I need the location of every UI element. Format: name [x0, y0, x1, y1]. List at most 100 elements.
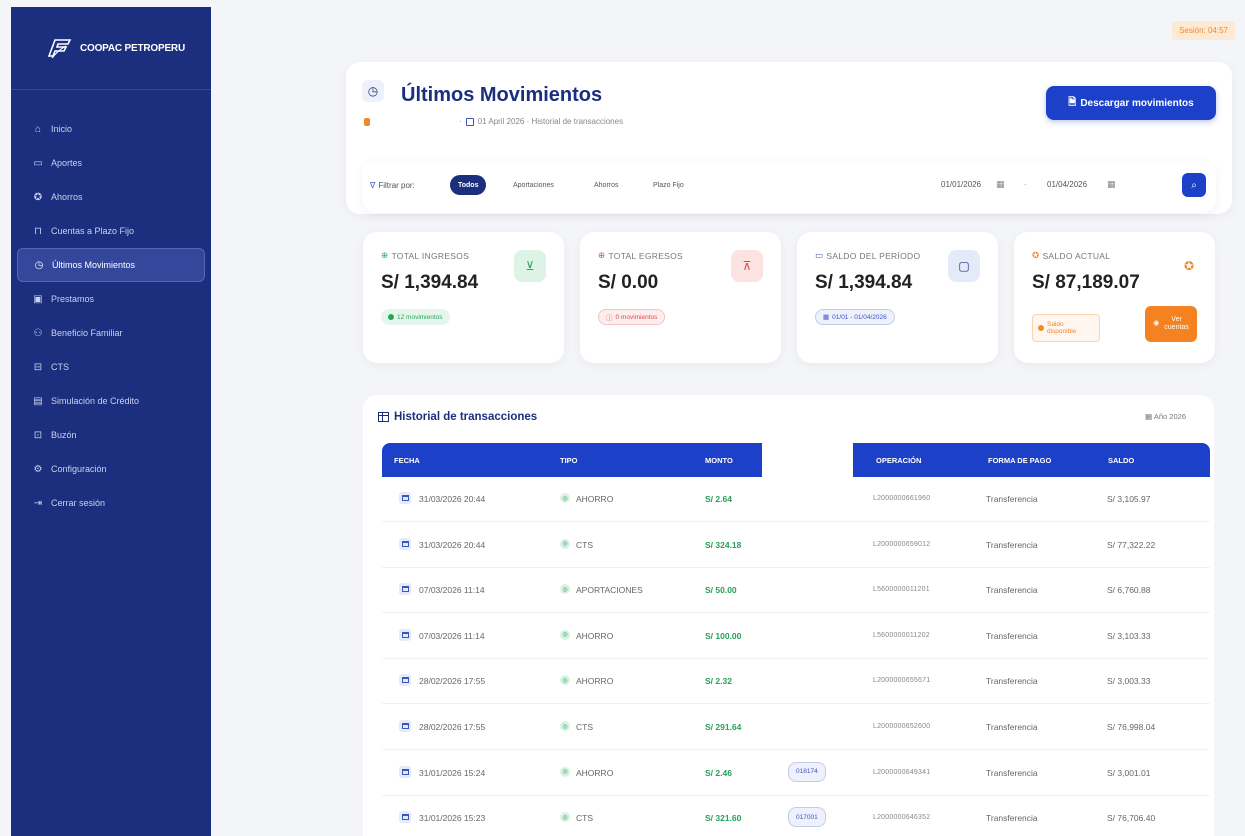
- column-forma-pago[interactable]: FORMA DE PAGO: [988, 456, 1051, 465]
- piggy-icon: ✪: [33, 191, 43, 203]
- cell-saldo: S/ 3,105.97: [1107, 494, 1151, 504]
- filter-ahorros[interactable]: Ahorros: [586, 175, 627, 195]
- history-card: Historial de transacciones ▦ Año 2026 FE…: [363, 395, 1214, 836]
- year-selector[interactable]: ▦ Año 2026: [1145, 412, 1186, 421]
- piggy-bank-icon: ✪: [1173, 250, 1205, 282]
- sidebar-item-prestamos[interactable]: ▣ Prestamos: [17, 282, 205, 316]
- sidebar-item-beneficio-familiar[interactable]: ⚇ Beneficio Familiar: [17, 316, 205, 350]
- cell-forma-pago: Transferencia: [986, 494, 1038, 504]
- stat-badge: ⓘ 0 movimientos: [598, 309, 666, 325]
- sidebar-item-label: Buzón: [51, 430, 77, 440]
- filter-todos[interactable]: Todos: [450, 175, 487, 195]
- search-button[interactable]: ⌕: [1182, 173, 1206, 197]
- filter-aportaciones[interactable]: Aportaciones: [505, 175, 562, 195]
- table-row[interactable]: 28/02/2026 17:55 ◎ AHORRO S/ 2.32 L200000065…: [382, 659, 1210, 705]
- eye-icon: ◉: [1153, 320, 1160, 328]
- cell-saldo: S/ 3,003.33: [1107, 676, 1151, 687]
- table-row[interactable]: 31/03/2026 20:44 ◎ AHORRO S/ 2.64 L200000066…: [382, 477, 1210, 522]
- sidebar-item-configuración[interactable]: ⚙ Configuración: [17, 452, 205, 486]
- table-row[interactable]: 07/03/2026 11:14 ◎ AHORRO S/ 100.00 L5600000…: [382, 614, 1210, 659]
- stat-total-egresos: ⊕ TOTAL EGRESOS S/ 0.00 ⊼ ⓘ 0 movimientos: [580, 232, 781, 363]
- calendar-icon: [399, 765, 411, 778]
- ver-cuentas-button[interactable]: ◉ Ver cuentas: [1145, 306, 1197, 342]
- cell-operacion: L2000000652600: [873, 723, 931, 730]
- table-row[interactable]: 31/01/2026 15:24 ◎ AHORRO S/ 2.46 018174 L200…: [382, 751, 1210, 796]
- inbox-icon: ⊡: [33, 429, 43, 441]
- filter-icon: ∇: [370, 181, 376, 190]
- sidebar-item-últimos-movimientos[interactable]: ◷ Últimos Movimientos: [17, 248, 205, 282]
- stat-saldo-periodo: ▭ SALDO DEL PERÍODO S/ 1,394.84 ▢ ▦ 01/01 …: [797, 232, 998, 363]
- cell-monto: S/ 50.00: [705, 585, 737, 596]
- cell-fecha: 07/03/2026 11:14: [419, 585, 485, 596]
- stat-label: ▭ SALDO DEL PERÍODO: [815, 250, 920, 261]
- saldo-line2: disponible: [1047, 328, 1077, 335]
- filter-bar: ∇ Filtrar por: Todos Aportaciones Ahorro…: [362, 161, 1216, 213]
- reference-chip[interactable]: 018174: [788, 761, 826, 782]
- clock-icon: ◷: [362, 80, 384, 102]
- calendar-icon: [399, 720, 411, 732]
- sidebar-item-ahorros[interactable]: ✪ Ahorros: [17, 180, 205, 214]
- sidebar-item-buzón[interactable]: ⊡ Buzón: [17, 418, 205, 452]
- calendar-icon: [399, 628, 411, 641]
- column-monto[interactable]: MONTO: [705, 456, 733, 465]
- cell-saldo: S/ 3,001.01: [1107, 767, 1151, 778]
- column-fecha[interactable]: FECHA: [394, 456, 420, 465]
- cell-saldo: S/ 76,706.40: [1107, 813, 1156, 824]
- stat-label: ⊕ TOTAL EGRESOS: [598, 250, 683, 261]
- stat-value: S/ 0.00: [598, 272, 659, 293]
- stat-label-text: SALDO ACTUAL: [1042, 250, 1111, 261]
- cell-fecha: 28/02/2026 17:55: [419, 722, 486, 732]
- badge-text: 01/01 - 01/04/2026: [832, 313, 887, 321]
- sidebar-nav: ⌂ Inicio ▭ Aportes ✪ Ahorros ⊓ Cuentas a Plazo …: [11, 90, 211, 520]
- cell-forma-pago: Transferencia: [986, 676, 1038, 687]
- stat-value: S/ 1,394.84: [815, 272, 913, 293]
- table-row[interactable]: 31/01/2026 15:23 ◎ CTS S/ 321.60 017001 L2000…: [382, 796, 1210, 836]
- history-title: Historial de transacciones: [378, 411, 537, 423]
- sidebar-item-cerrar-sesión[interactable]: ⇥ Cerrar sesión: [17, 486, 205, 520]
- stat-label-text: SALDO DEL PERÍODO: [826, 250, 921, 261]
- cell-fecha: 28/02/2026 17:55: [419, 676, 486, 687]
- column-saldo[interactable]: SALDO: [1108, 456, 1134, 465]
- cell-operacion: L5600000011201: [873, 586, 930, 594]
- stat-badge: ▦ 01/01 - 01/04/2026: [815, 309, 895, 325]
- sidebar-item-cuentas-a-plazo-fijo[interactable]: ⊓ Cuentas a Plazo Fijo: [17, 214, 205, 248]
- users-icon: ⚇: [33, 327, 43, 339]
- history-title-text: Historial de transacciones: [394, 411, 538, 423]
- calendar-to-icon[interactable]: ▦: [1107, 179, 1116, 190]
- wallet-icon: ▢: [948, 250, 980, 282]
- sidebar-item-aportes[interactable]: ▭ Aportes: [17, 146, 205, 180]
- column-tipo[interactable]: TIPO: [560, 456, 578, 465]
- cell-tipo: APORTACIONES: [576, 585, 643, 596]
- filter-plazo-fijo[interactable]: Plazo Fijo: [645, 175, 692, 195]
- status-dot: [364, 118, 370, 126]
- cell-monto: S/ 100.00: [705, 630, 742, 641]
- column-operacion[interactable]: OPERACIÓN: [876, 456, 921, 465]
- cell-forma-pago: Transferencia: [986, 767, 1038, 778]
- arrow-up-circle-icon: ⊼: [731, 250, 763, 282]
- table-row[interactable]: 31/03/2026 20:44 ◎ CTS S/ 324.18 L2000000659…: [382, 523, 1210, 568]
- calendar-from-icon[interactable]: ▦: [996, 179, 1005, 190]
- calculator-icon: ▤: [33, 395, 43, 407]
- table-row[interactable]: 07/03/2026 11:14 ◎ APORTACIONES S/ 50.00 L56…: [382, 568, 1210, 614]
- table-row[interactable]: 28/02/2026 17:55 ◎ CTS S/ 291.64 L2000000652…: [382, 705, 1210, 750]
- check-icon: [388, 314, 394, 320]
- calendar-icon: [399, 537, 411, 550]
- sidebar-item-cts[interactable]: ⊟ CTS: [17, 350, 205, 384]
- cell-monto: S/ 2.64: [705, 494, 732, 504]
- sidebar-item-inicio[interactable]: ⌂ Inicio: [17, 112, 205, 146]
- sidebar-item-simulación-de-crédito[interactable]: ▤ Simulación de Crédito: [17, 384, 205, 418]
- type-icon: ◎: [560, 675, 570, 686]
- download-movements-button[interactable]: 🗎 Descargar movimientos: [1046, 86, 1216, 120]
- lock-icon: ⊓: [34, 225, 42, 237]
- cell-saldo: S/ 77,322.22: [1107, 539, 1156, 550]
- piggy-small-icon: ✪: [1032, 250, 1040, 260]
- cell-tipo: CTS: [576, 813, 593, 824]
- date-to-input[interactable]: 01/04/2026: [1047, 180, 1087, 189]
- brand-logo[interactable]: COOPAC PETROPERU: [11, 7, 211, 90]
- type-icon: ◎: [560, 812, 570, 823]
- sidebar-item-label: Configuración: [51, 464, 107, 474]
- sidebar: COOPAC PETROPERU ⌂ Inicio ▭ Aportes ✪ Ahorros…: [11, 7, 211, 836]
- calendar-icon: [399, 583, 411, 596]
- reference-chip[interactable]: 017001: [788, 807, 826, 828]
- date-from-input[interactable]: 01/01/2026: [941, 180, 981, 189]
